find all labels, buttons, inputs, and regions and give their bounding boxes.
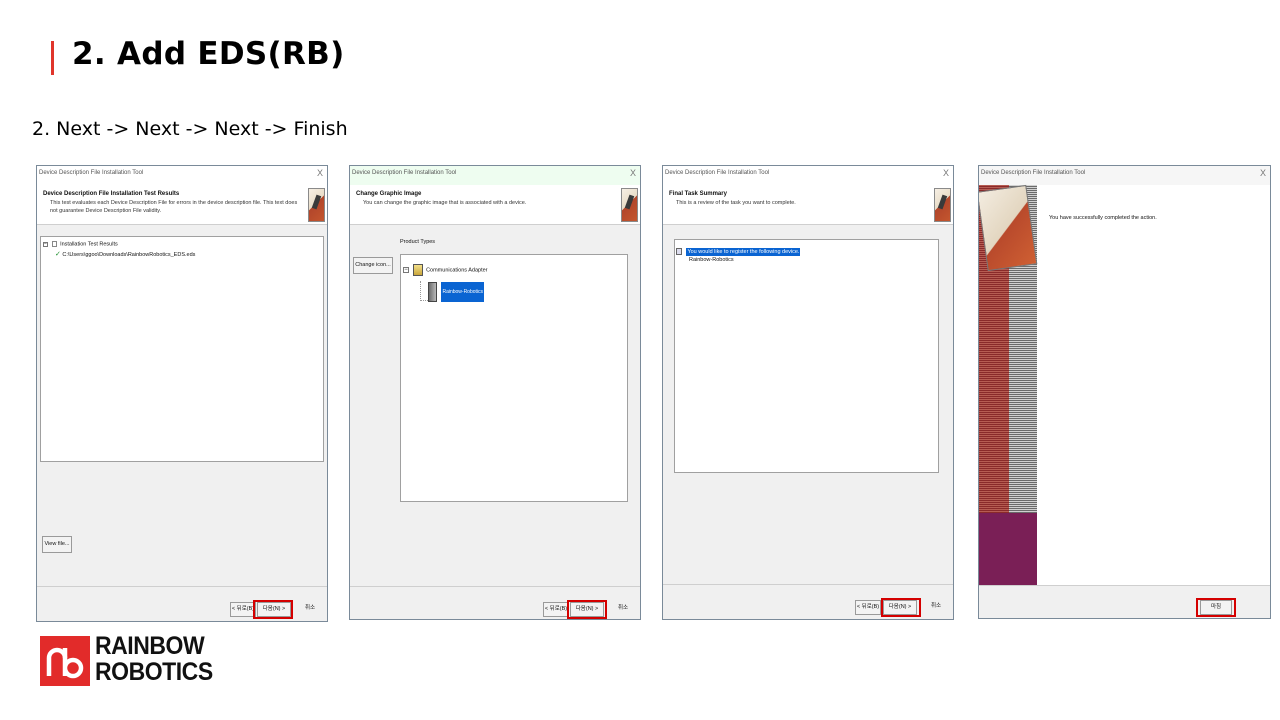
rainbow-robotics-logo-mark <box>40 636 90 686</box>
window-titlebar: Device Description File Installation Too… <box>979 166 1270 185</box>
tree-node-root[interactable]: − Installation Test Results <box>43 241 118 248</box>
close-icon[interactable]: X <box>630 168 636 178</box>
side-banner-band <box>979 513 1037 585</box>
title-accent-bar <box>51 41 54 75</box>
test-results-tree[interactable]: − Installation Test Results ✓ C:\Users\g… <box>40 236 324 462</box>
slide-title: 2. Add EDS(RB) <box>72 36 345 72</box>
adapter-icon <box>412 264 423 276</box>
back-button[interactable]: < 뒤로(B) <box>543 602 569 617</box>
header-title: Change Graphic Image <box>356 191 422 197</box>
collapse-icon[interactable]: − <box>403 267 409 273</box>
task-summary-pane[interactable]: You would like to register the following… <box>674 239 939 473</box>
window-titlebar: Device Description File Installation Too… <box>37 166 327 185</box>
device-icon <box>428 282 437 302</box>
instruction-text: 2. Next -> Next -> Next -> Finish <box>32 118 348 140</box>
checkmark-icon: ✓ <box>55 251 61 258</box>
completion-message: You have successfully completed the acti… <box>1049 215 1157 221</box>
cancel-button[interactable]: 취소 <box>608 602 638 617</box>
window-title: Device Description File Installation Too… <box>981 170 1086 176</box>
wizard-window-complete: Device Description File Installation Too… <box>978 165 1271 619</box>
header-title: Device Description File Installation Tes… <box>43 191 180 197</box>
tree-root-label: Communications Adapter <box>426 267 488 274</box>
wizard-header: Final Task Summary This is a review of t… <box>663 185 953 225</box>
tree-node-file[interactable]: ✓ C:\Users\ggoo\Downloads\RainbowRobotic… <box>55 250 195 258</box>
footer-divider <box>350 586 640 587</box>
close-icon[interactable]: X <box>943 168 949 178</box>
results-folder-icon <box>51 241 57 247</box>
next-highlight-box <box>881 598 921 617</box>
logo-line-1: RAINBOW <box>95 632 205 660</box>
summary-line: You would like to register the following… <box>686 247 801 256</box>
window-title: Device Description File Installation Too… <box>665 170 770 176</box>
cancel-button[interactable]: 취소 <box>295 602 325 617</box>
header-description: This test evaluates each Device Descript… <box>50 200 298 214</box>
window-titlebar: Device Description File Installation Too… <box>663 166 953 185</box>
window-title: Device Description File Installation Too… <box>352 170 457 176</box>
logo-wordmark: RAINBOW ROBOTICS <box>95 633 213 685</box>
wizard-graphic-icon <box>621 188 638 222</box>
tree-node-rainbow-robotics[interactable]: Rainbow-Robotics <box>428 282 485 302</box>
summary-item: Rainbow-Robotics <box>689 257 734 263</box>
wizard-header: Device Description File Installation Tes… <box>37 185 327 225</box>
wizard-window-change-graphic: Device Description File Installation Too… <box>349 165 641 620</box>
wizard-header: Change Graphic Image You can change the … <box>350 185 640 225</box>
header-description: This is a review of the task you want to… <box>676 200 796 206</box>
product-types-label: Product Types <box>400 239 436 245</box>
expand-icon[interactable]: − <box>43 242 48 248</box>
window-titlebar: Device Description File Installation Too… <box>350 166 640 185</box>
wizard-window-final-summary: Device Description File Installation Too… <box>662 165 954 620</box>
next-highlight-box <box>567 600 607 619</box>
tree-root-label: Installation Test Results <box>60 241 118 248</box>
next-highlight-box <box>253 600 293 619</box>
finish-highlight-box <box>1196 598 1236 617</box>
back-button[interactable]: < 뒤로(B) <box>855 600 881 615</box>
header-title: Final Task Summary <box>669 191 727 197</box>
header-description: You can change the graphic image that is… <box>363 200 527 206</box>
change-icon-button[interactable]: Change icon... <box>353 257 393 274</box>
product-types-tree[interactable]: − Communications Adapter Rainbow-Robotic… <box>400 254 628 502</box>
tree-item-label: Rainbow-Robotics <box>441 282 485 302</box>
window-title: Device Description File Installation Too… <box>39 170 144 176</box>
wizard-window-test-results: Device Description File Installation Too… <box>36 165 328 622</box>
close-icon[interactable]: X <box>1260 168 1266 178</box>
footer-divider <box>663 584 953 585</box>
summary-icon <box>676 248 682 256</box>
view-file-button[interactable]: View file... <box>42 536 72 553</box>
cancel-button[interactable]: 취소 <box>921 600 951 615</box>
tree-file-label: C:\Users\ggoo\Downloads\RainbowRobotics_… <box>62 252 196 258</box>
wizard-graphic-icon <box>934 188 951 222</box>
wizard-graphic-icon <box>308 188 325 222</box>
tree-node-communications-adapter[interactable]: − Communications Adapter <box>403 264 488 276</box>
logo-line-2: ROBOTICS <box>95 658 213 686</box>
close-icon[interactable]: X <box>317 168 323 178</box>
footer-divider <box>37 586 327 587</box>
